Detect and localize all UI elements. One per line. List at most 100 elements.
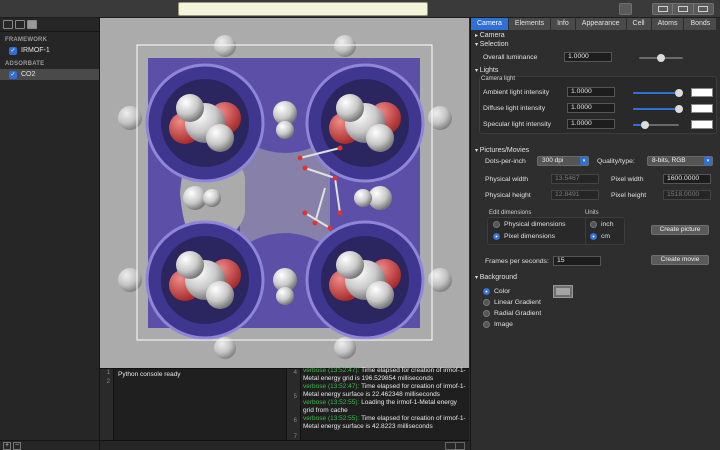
fps-label: Frames per seconds: [485, 258, 549, 265]
section-header: ADSORBATE [5, 61, 45, 67]
tree-item-framework[interactable]: ✓ IRMOF-1 [0, 45, 99, 56]
radio-button[interactable] [483, 299, 490, 306]
specular-light-field[interactable]: 1.0000 [567, 119, 615, 129]
view-toggle-segment[interactable] [652, 3, 714, 15]
diffuse-light-slider[interactable] [633, 105, 683, 113]
line-gutter: 1 2 [100, 369, 114, 441]
radio-background-radial[interactable]: Radial Gradient [483, 310, 541, 317]
render-viewport[interactable] [100, 18, 469, 368]
create-movie-button[interactable]: Create movie [651, 255, 709, 265]
selection-section-toggle[interactable]: Selection [475, 41, 509, 48]
radio-units-cm[interactable]: cm [590, 233, 610, 240]
fps-field[interactable]: 15 [553, 256, 601, 266]
line-number: 4 [293, 370, 297, 376]
pixel-width-field[interactable]: 1600.0000 [663, 174, 711, 184]
line-number: 1 [106, 370, 110, 376]
diffuse-light-field[interactable]: 1.0000 [567, 103, 615, 113]
log-view: 4 5 6 7 verbose (13:52:47): Time elapsed… [286, 367, 469, 441]
list-tab-icon[interactable] [27, 20, 37, 29]
share-button[interactable] [619, 3, 632, 15]
scene-tab-icon[interactable] [15, 20, 25, 29]
inspector-layout-icon [698, 6, 709, 12]
ambient-light-slider[interactable] [633, 89, 683, 97]
create-picture-button[interactable]: Create picture [651, 225, 709, 235]
pixel-height-field: 1518.0000 [663, 190, 711, 200]
cage-top-right [305, 63, 425, 183]
log-message: Loading the irmof-1-Metal energy grid fr… [303, 399, 457, 414]
tab-atoms[interactable]: Atoms [651, 18, 685, 30]
units-label: Units [585, 210, 599, 216]
tree-item-label: IRMOF-1 [21, 47, 50, 54]
background-section-toggle[interactable]: Background [475, 274, 517, 281]
add-button[interactable]: + [3, 442, 11, 450]
log-level: verbose [303, 367, 327, 374]
radio-label: Color [494, 288, 511, 295]
radio-background-linear[interactable]: Linear Gradient [483, 299, 541, 306]
console-mode-toggle[interactable] [445, 442, 465, 450]
log-level: verbose [303, 399, 327, 406]
radio-units-inch[interactable]: inch [590, 221, 613, 228]
radio-button[interactable] [493, 221, 500, 228]
background-color-well[interactable] [553, 285, 573, 298]
pixel-height-label: Pixel height [611, 192, 647, 199]
toggle-console-button[interactable] [673, 4, 694, 14]
radio-button[interactable] [493, 233, 500, 240]
diffuse-color-swatch[interactable] [691, 104, 713, 113]
molecular-render[interactable] [100, 18, 469, 368]
tab-info[interactable]: Info [551, 18, 576, 30]
tab-elements[interactable]: Elements [508, 18, 552, 30]
radio-background-image[interactable]: Image [483, 321, 513, 328]
toggle-inspector-button[interactable] [694, 4, 713, 14]
remove-button[interactable]: − [13, 442, 21, 450]
visibility-checkbox[interactable]: ✓ [9, 46, 17, 55]
log-time: (13:52:47): [327, 383, 360, 390]
radio-button[interactable] [590, 233, 597, 240]
line-gutter: 4 5 6 7 [287, 369, 301, 441]
line-number: 2 [106, 378, 110, 385]
tab-cell[interactable]: Cell [626, 18, 652, 30]
radio-background-color[interactable]: Color [483, 288, 510, 295]
tree-item-label: CO2 [21, 71, 36, 78]
console-layout-icon [677, 6, 688, 12]
pictures-section-toggle[interactable]: Pictures/Movies [475, 147, 529, 154]
log-level: verbose [303, 383, 327, 390]
physical-width-label: Physical width [485, 176, 529, 183]
python-console[interactable]: 1 2 Python console ready [100, 369, 285, 441]
physical-width-field: 13.5467 [551, 174, 599, 184]
radio-button[interactable] [483, 321, 490, 328]
dpi-select[interactable]: 300 dpi ▾ [537, 156, 589, 166]
radio-button[interactable] [483, 288, 490, 295]
radio-label: Image [494, 321, 513, 328]
overall-luminance-slider[interactable] [639, 54, 683, 62]
log-level: verbose [303, 415, 327, 422]
radio-button[interactable] [590, 221, 597, 228]
project-sidebar: FRAMEWORK ✓ IRMOF-1 ADSORBATE ✓ CO2 + − [0, 18, 100, 450]
log-entries: verbose (13:52:47): Time elapsed for cre… [303, 367, 468, 431]
log-time: (13:52:55): [327, 415, 360, 422]
tree-item-adsorbate[interactable]: ✓ CO2 [0, 69, 99, 80]
tab-bonds[interactable]: Bonds [684, 18, 718, 30]
radio-button[interactable] [483, 310, 490, 317]
tab-appearance[interactable]: Appearance [575, 18, 627, 30]
quality-select[interactable]: 8-bits, RGB ▾ [647, 156, 713, 166]
radio-physical-dimensions[interactable]: Physical dimensions [493, 221, 566, 228]
radio-label: cm [601, 233, 611, 240]
toggle-sidebar-button[interactable] [653, 4, 674, 14]
radio-pixel-dimensions[interactable]: Pixel dimensions [493, 233, 555, 240]
lights-section-toggle[interactable]: Lights [475, 67, 499, 74]
overall-luminance-field[interactable]: 1.0000 [564, 52, 612, 62]
sidebar-layout-icon [657, 6, 668, 12]
ambient-light-field[interactable]: 1.0000 [567, 87, 615, 97]
project-tab-icon[interactable] [3, 20, 13, 29]
window-toolbar [0, 0, 720, 18]
cage-bottom-left [145, 220, 265, 340]
specular-color-swatch[interactable] [691, 120, 713, 129]
specular-light-slider[interactable] [633, 121, 679, 129]
diffuse-light-label: Diffuse light intensity [483, 105, 546, 112]
color-swatch [556, 288, 570, 295]
visibility-checkbox[interactable]: ✓ [9, 70, 17, 79]
quality-label: Quality/type: [597, 158, 635, 165]
camera-section-toggle[interactable]: Camera [475, 32, 505, 39]
ambient-color-swatch[interactable] [691, 88, 713, 97]
tab-camera[interactable]: Camera [471, 18, 509, 30]
